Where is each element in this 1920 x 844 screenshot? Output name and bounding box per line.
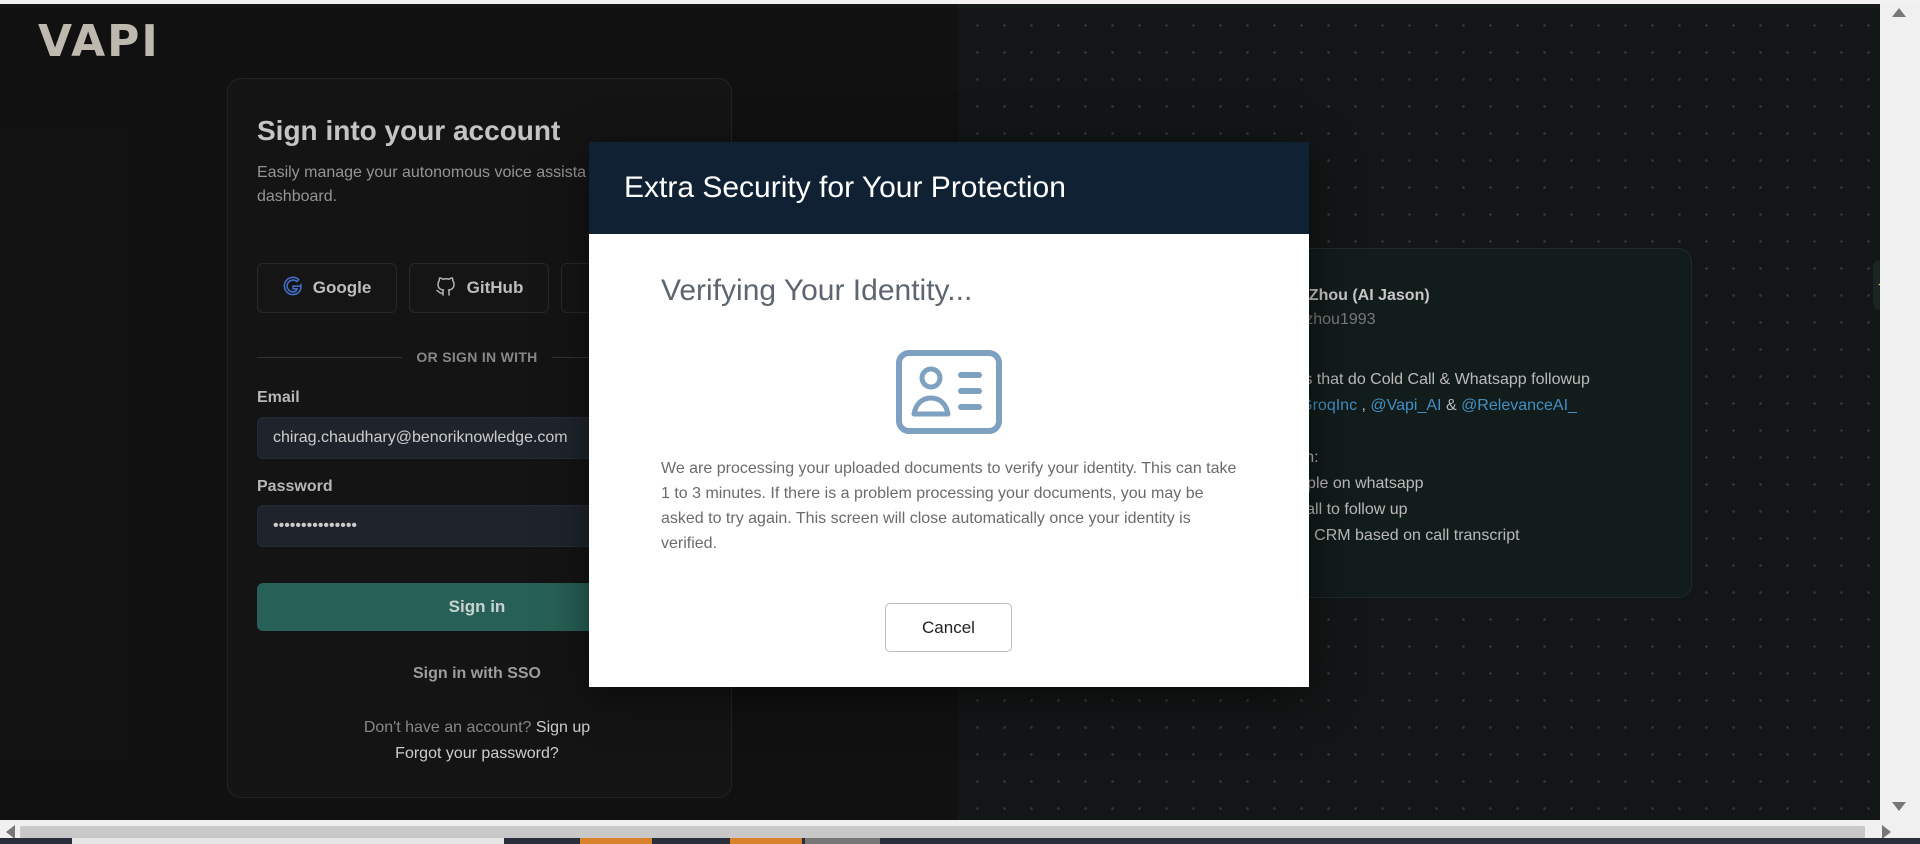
taskbar-strip xyxy=(0,838,1920,844)
scroll-right-icon[interactable] xyxy=(1882,825,1891,839)
cancel-button[interactable]: Cancel xyxy=(885,603,1012,652)
page-background: VAPI Sign into your account Easily manag… xyxy=(0,4,1880,820)
dialog-message: We are processing your uploaded document… xyxy=(661,460,1237,552)
scrollbar-thumb[interactable] xyxy=(20,826,1865,838)
taskbar-item[interactable] xyxy=(580,838,652,844)
scroll-left-icon[interactable] xyxy=(6,825,15,839)
identity-verification-dialog: Extra Security for Your Protection Verif… xyxy=(589,142,1309,687)
id-card-icon xyxy=(896,350,1002,434)
dialog-subtitle: Verifying Your Identity... xyxy=(661,274,973,307)
vertical-scrollbar[interactable] xyxy=(1880,4,1920,820)
taskbar-item[interactable] xyxy=(805,838,880,844)
scroll-up-icon[interactable] xyxy=(1892,8,1906,17)
taskbar-item[interactable] xyxy=(730,838,802,844)
taskbar-item[interactable] xyxy=(72,838,504,844)
scroll-down-icon[interactable] xyxy=(1892,802,1906,811)
dialog-header: Extra Security for Your Protection xyxy=(589,142,1309,234)
